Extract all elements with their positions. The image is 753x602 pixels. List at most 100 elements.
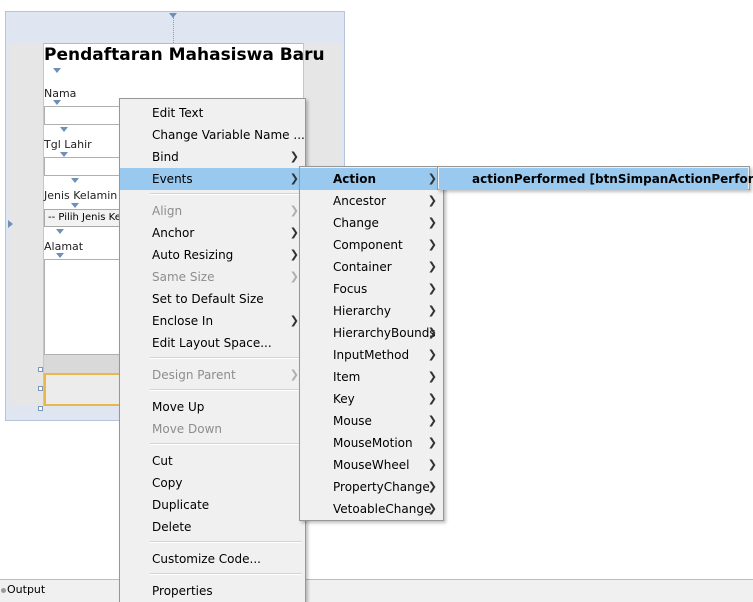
events-item-mouse-motion[interactable]: MouseMotion ❯ [300,432,443,454]
output-tab[interactable]: Output [7,583,45,596]
menu-item-auto-resizing[interactable]: Auto Resizing ❯ [120,244,305,266]
chevron-right-icon: ❯ [289,248,299,261]
events-submenu: Action ❯ Ancestor ❯ Change ❯ Component ❯ Con… [299,166,444,521]
menu-item-label: Same Size [152,270,215,284]
chevron-right-icon: ❯ [427,304,437,317]
events-item-input-method[interactable]: InputMethod ❯ [300,344,443,366]
chevron-right-icon: ❯ [289,270,299,283]
menu-separator [150,443,302,445]
anchor-triangle-icon [60,127,68,132]
tgl-lahir-label[interactable]: Tgl Lahir [44,138,92,151]
left-edge-marker [8,220,13,228]
jenis-kelamin-label[interactable]: Jenis Kelamin [44,189,117,202]
menu-item-label: Component [333,238,403,252]
menu-item-align[interactable]: Align ❯ [120,200,305,222]
nama-text-field[interactable] [44,106,124,125]
menu-item-label: Hierarchy [333,304,392,318]
tgl-lahir-field[interactable] [44,157,124,176]
menu-item-events[interactable]: Events ❯ [120,168,305,190]
alamat-text-area[interactable] [44,259,124,355]
menu-item-label: Ancestor [333,194,387,208]
menu-item-label: Bind [152,150,179,164]
events-item-ancestor[interactable]: Ancestor ❯ [300,190,443,212]
menu-item-set-default-size[interactable]: Set to Default Size [120,288,305,310]
anchor-triangle-icon [56,253,64,258]
anchor-triangle-icon [53,68,61,73]
menu-item-edit-layout-space[interactable]: Edit Layout Space... [120,332,305,354]
anchor-triangle-icon [169,13,177,18]
menu-item-edit-text[interactable]: Edit Text [120,102,305,124]
action-submenu: actionPerformed [btnSimpanActionPerforme… [437,166,753,190]
menu-item-customize-code[interactable]: Customize Code... [120,548,305,570]
chevron-right-icon: ❯ [289,150,299,163]
anchor-triangle-icon [71,178,79,183]
events-item-item[interactable]: Item ❯ [300,366,443,388]
anchor-triangle-icon [53,100,61,105]
menu-item-properties[interactable]: Properties [120,580,305,602]
events-item-hierarchy[interactable]: Hierarchy ❯ [300,300,443,322]
chevron-right-icon: ❯ [427,238,437,251]
menu-item-duplicate[interactable]: Duplicate [120,494,305,516]
events-item-component[interactable]: Component ❯ [300,234,443,256]
menu-item-label: Copy [152,476,183,490]
menu-item-design-parent[interactable]: Design Parent ❯ [120,364,305,386]
menu-item-cut[interactable]: Cut [120,450,305,472]
menu-item-label: Delete [152,520,192,534]
menu-item-copy[interactable]: Copy [120,472,305,494]
jenis-kelamin-combobox[interactable]: -- Pilih Jenis Ke [44,209,124,227]
menu-item-label: MouseMotion [333,436,413,450]
chevron-right-icon: ❯ [427,392,437,405]
events-item-mouse[interactable]: Mouse ❯ [300,410,443,432]
chevron-right-icon: ❯ [427,502,437,515]
events-item-container[interactable]: Container ❯ [300,256,443,278]
nama-label[interactable]: Nama [44,87,76,100]
menu-item-label: Properties [152,584,213,598]
menu-item-label: Align [152,204,183,218]
events-item-property-change[interactable]: PropertyChange ❯ [300,476,443,498]
events-item-focus[interactable]: Focus ❯ [300,278,443,300]
menu-item-anchor[interactable]: Anchor ❯ [120,222,305,244]
menu-item-label: InputMethod [333,348,410,362]
menu-item-delete[interactable]: Delete [120,516,305,538]
menu-item-label: Customize Code... [152,552,261,566]
menu-item-label: Enclose In [152,314,214,328]
action-performed-handler-item[interactable]: actionPerformed [btnSimpanActionPerforme… [439,168,753,190]
events-item-mouse-wheel[interactable]: MouseWheel ❯ [300,454,443,476]
menu-item-label: Auto Resizing [152,248,234,262]
menu-item-same-size[interactable]: Same Size ❯ [120,266,305,288]
chevron-right-icon: ❯ [427,216,437,229]
chevron-right-icon: ❯ [289,172,299,185]
menu-item-label: Change [333,216,379,230]
menu-item-label: Events [152,172,193,186]
menu-item-move-up[interactable]: Move Up [120,396,305,418]
alamat-label[interactable]: Alamat [44,240,83,253]
menu-item-enclose-in[interactable]: Enclose In ❯ [120,310,305,332]
menu-separator [150,389,302,391]
events-item-key[interactable]: Key ❯ [300,388,443,410]
menu-item-label: Set to Default Size [152,292,264,306]
resize-handle[interactable] [38,367,43,372]
events-item-action[interactable]: Action ❯ [300,168,443,190]
events-item-hierarchy-bounds[interactable]: HierarchyBounds ❯ [300,322,443,344]
menu-item-bind[interactable]: Bind ❯ [120,146,305,168]
resize-handle[interactable] [38,406,43,411]
menu-item-label: Action [333,172,377,186]
form-title-label[interactable]: Pendaftaran Mahasiswa Baru [44,45,325,65]
anchor-triangle-icon [71,203,79,208]
events-item-vetoable-change[interactable]: VetoableChange ❯ [300,498,443,520]
chevron-right-icon: ❯ [427,458,437,471]
menu-item-label: Anchor [152,226,195,240]
menu-item-label: PropertyChange [333,480,430,494]
menu-item-label: HierarchyBounds [333,326,436,340]
menu-item-label: Mouse [333,414,372,428]
resize-handle[interactable] [38,386,43,391]
chevron-right-icon: ❯ [427,348,437,361]
menu-item-move-down[interactable]: Move Down [120,418,305,440]
chevron-right-icon: ❯ [427,480,437,493]
menu-separator [150,541,302,543]
menu-item-change-variable-name[interactable]: Change Variable Name ... [120,124,305,146]
component-context-menu: Edit Text Change Variable Name ... Bind ❯… [119,98,306,602]
chevron-right-icon: ❯ [289,226,299,239]
menu-item-label: Design Parent [152,368,236,382]
events-item-change[interactable]: Change ❯ [300,212,443,234]
